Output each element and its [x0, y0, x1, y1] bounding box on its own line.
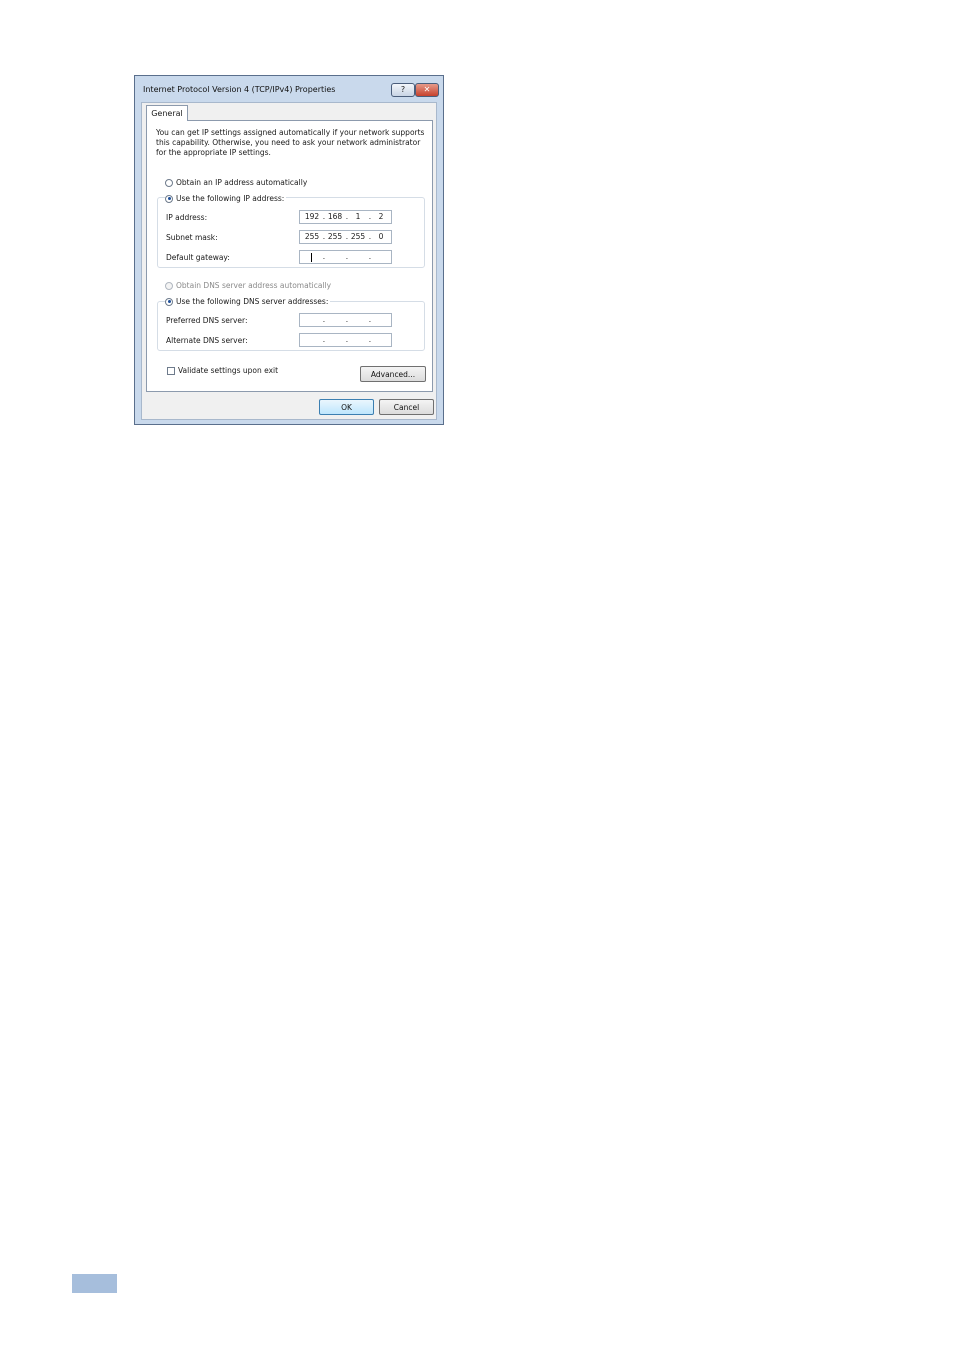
subnet-octet: 255 — [304, 232, 320, 241]
close-button[interactable]: ✕ — [415, 83, 439, 97]
help-button[interactable]: ? — [391, 83, 415, 97]
ip-octet: 192 — [304, 212, 320, 221]
description-text: You can get IP settings assigned automat… — [156, 128, 426, 158]
ip-octet: 2 — [378, 212, 384, 221]
ip-octet: 1 — [355, 212, 361, 221]
general-tab-panel: You can get IP settings assigned automat… — [146, 120, 433, 392]
text-caret — [311, 253, 312, 262]
obtain-ip-auto-option[interactable]: Obtain an IP address automatically — [165, 178, 307, 187]
octet-separator: . — [322, 315, 326, 324]
ip-octet: 168 — [327, 212, 343, 221]
help-icon: ? — [400, 85, 406, 94]
close-icon: ✕ — [423, 85, 431, 94]
octet-separator: . — [322, 252, 326, 261]
preferred-dns-label: Preferred DNS server: — [166, 316, 248, 325]
dialog-title: Internet Protocol Version 4 (TCP/IPv4) P… — [143, 85, 336, 94]
use-following-ip-label: Use the following IP address: — [176, 194, 285, 203]
validate-settings-label: Validate settings upon exit — [178, 366, 279, 375]
obtain-dns-auto-option[interactable]: Obtain DNS server address automatically — [165, 281, 331, 290]
tab-general[interactable]: General — [146, 105, 188, 121]
octet-separator: . — [368, 335, 372, 344]
octet-separator: . — [368, 315, 372, 324]
obtain-ip-auto-label: Obtain an IP address automatically — [176, 178, 308, 187]
obtain-dns-auto-radio[interactable] — [165, 281, 173, 290]
page-number-tab — [72, 1274, 117, 1293]
preferred-dns-input[interactable]: . . . — [299, 313, 392, 327]
ok-button[interactable]: OK — [319, 399, 374, 415]
use-following-dns-option[interactable]: Use the following DNS server addresses: — [165, 297, 331, 306]
cancel-button[interactable]: Cancel — [379, 399, 434, 415]
description-line: You can get IP settings assigned automat… — [156, 128, 425, 137]
dialog-client-area: General You can get IP settings assigned… — [141, 102, 437, 420]
octet-separator: . — [345, 335, 349, 344]
default-gateway-input[interactable]: . . . — [299, 250, 392, 264]
alternate-dns-label: Alternate DNS server: — [166, 336, 248, 345]
validate-settings-checkbox[interactable] — [167, 366, 175, 375]
use-following-ip-radio[interactable] — [165, 194, 173, 203]
default-gateway-label: Default gateway: — [166, 253, 230, 262]
ipv4-properties-dialog: Internet Protocol Version 4 (TCP/IPv4) P… — [134, 75, 444, 425]
octet-separator: . — [345, 315, 349, 324]
validate-settings-option[interactable]: Validate settings upon exit — [167, 366, 278, 375]
advanced-button[interactable]: Advanced... — [360, 366, 426, 382]
subnet-octet: 255 — [350, 232, 366, 241]
octet-separator: . — [322, 335, 326, 344]
ip-address-input[interactable]: 192 . 168 . 1 . 2 — [299, 210, 392, 224]
description-line: for the appropriate IP settings. — [156, 148, 271, 157]
subnet-mask-label: Subnet mask: — [166, 233, 218, 242]
use-following-ip-option[interactable]: Use the following IP address: — [165, 194, 287, 203]
alternate-dns-input[interactable]: . . . — [299, 333, 392, 347]
use-following-dns-label: Use the following DNS server addresses: — [176, 297, 329, 306]
subnet-octet: 255 — [327, 232, 343, 241]
obtain-ip-auto-radio[interactable] — [165, 178, 173, 187]
use-following-dns-radio[interactable] — [165, 297, 173, 306]
title-bar: Internet Protocol Version 4 (TCP/IPv4) P… — [135, 76, 443, 102]
subnet-mask-input[interactable]: 255 . 255 . 255 . 0 — [299, 230, 392, 244]
obtain-dns-auto-label: Obtain DNS server address automatically — [176, 281, 332, 290]
description-line: this capability. Otherwise, you need to … — [156, 138, 421, 147]
subnet-octet: 0 — [378, 232, 384, 241]
ip-address-label: IP address: — [166, 213, 208, 222]
octet-separator: . — [345, 252, 349, 261]
octet-separator: . — [368, 252, 372, 261]
